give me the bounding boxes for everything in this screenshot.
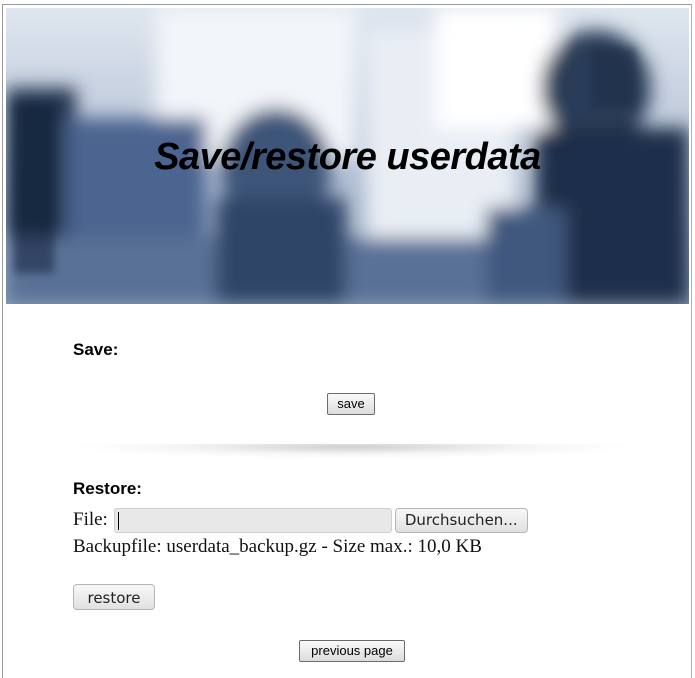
restore-heading: Restore:	[73, 479, 142, 498]
file-label: File:	[73, 509, 108, 530]
browse-button[interactable]: Durchsuchen...	[394, 507, 528, 533]
header-banner: Save/restore userdata	[6, 8, 689, 304]
backup-info: Backupfile: userdata_backup.gz - Size ma…	[73, 536, 482, 557]
section-divider	[78, 444, 626, 458]
page-title: Save/restore userdata	[154, 136, 541, 178]
file-path-input[interactable]	[113, 507, 392, 533]
save-button[interactable]: save	[327, 393, 375, 415]
save-heading: Save:	[73, 340, 119, 359]
file-row: File: Durchsuchen...	[73, 506, 528, 534]
previous-page-button[interactable]: previous page	[299, 640, 405, 662]
text-caret	[117, 511, 119, 530]
restore-button[interactable]: restore	[73, 584, 155, 610]
